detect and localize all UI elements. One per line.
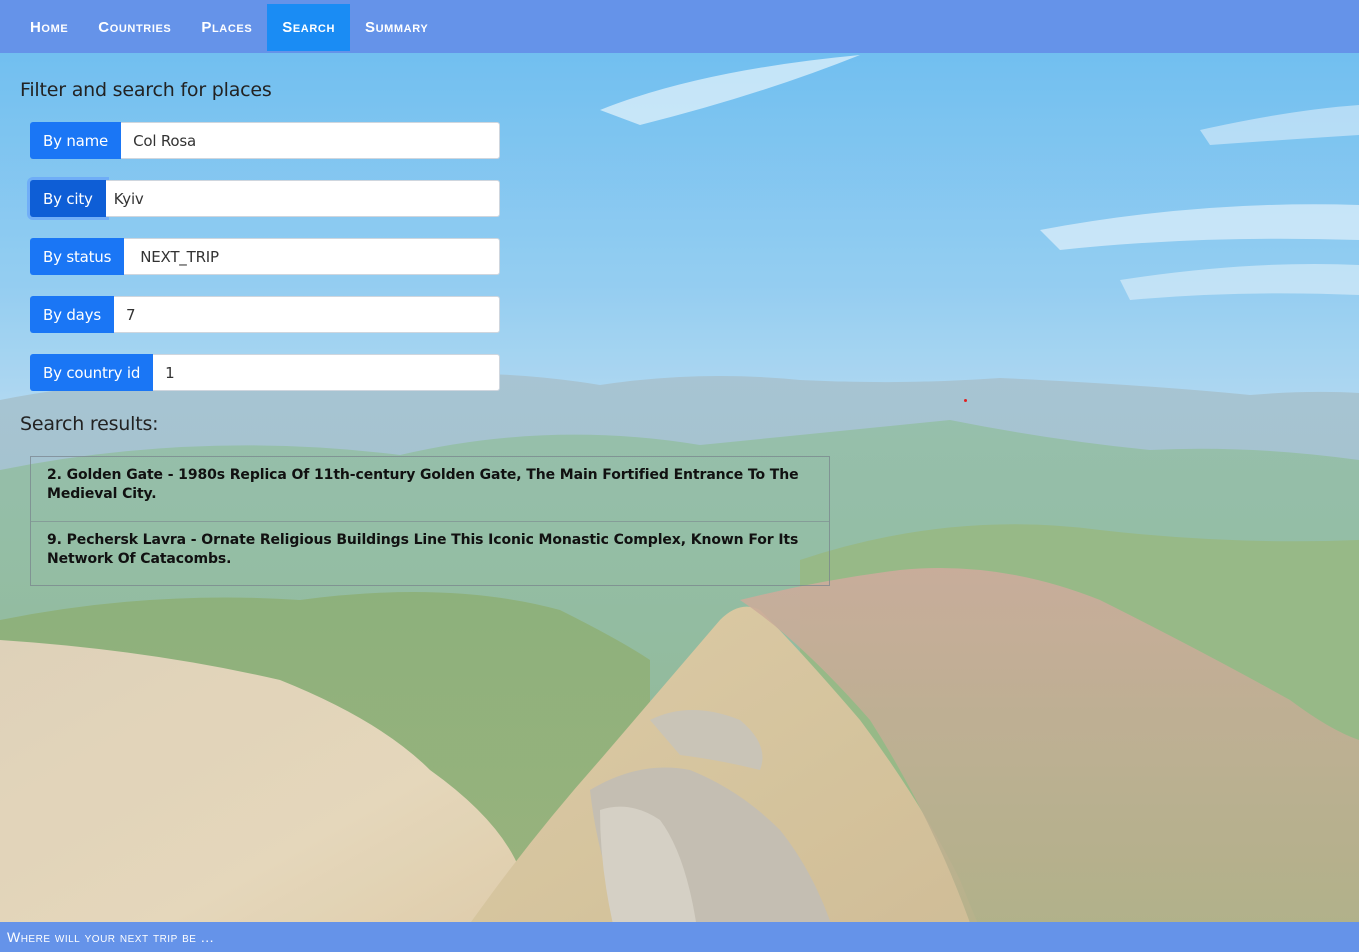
- filter-days-label[interactable]: By days: [30, 296, 114, 333]
- filter-city-input[interactable]: [105, 180, 500, 217]
- filter-title: Filter and search for places: [20, 79, 272, 101]
- results-title: Search results:: [20, 413, 159, 435]
- filter-status-row: By status: [30, 238, 500, 275]
- result-item[interactable]: 9. Pechersk Lavra - Ornate Religious Bui…: [31, 521, 829, 585]
- filter-name-row: By name: [30, 122, 500, 159]
- nav-home[interactable]: Home: [0, 4, 83, 51]
- nav-summary[interactable]: Summary: [350, 4, 443, 51]
- result-item[interactable]: 2. Golden Gate - 1980s Replica Of 11th-c…: [31, 457, 829, 521]
- filter-country-input[interactable]: [153, 354, 500, 391]
- nav-places[interactable]: Places: [186, 4, 267, 51]
- filter-name-label[interactable]: By name: [30, 122, 122, 159]
- filter-country-label[interactable]: By country id: [30, 354, 154, 391]
- filter-city-row: By city: [30, 180, 500, 217]
- filter-country-row: By country id: [30, 354, 500, 391]
- footer-bar: Where will your next trip be ...: [0, 922, 1359, 952]
- nav-countries[interactable]: Countries: [83, 4, 186, 51]
- cursor-dot: [964, 399, 967, 402]
- filter-name-input[interactable]: [121, 122, 500, 159]
- filter-days-row: By days: [30, 296, 500, 333]
- footer-tagline: Where will your next trip be ...: [7, 929, 215, 945]
- filter-days-input[interactable]: [113, 296, 500, 333]
- results-list: 2. Golden Gate - 1980s Replica Of 11th-c…: [30, 456, 830, 586]
- filter-status-input[interactable]: [124, 238, 500, 275]
- nav-search[interactable]: Search: [267, 4, 350, 51]
- filter-city-label[interactable]: By city: [30, 180, 106, 217]
- top-navbar: Home Countries Places Search Summary: [0, 0, 1359, 53]
- filter-status-label[interactable]: By status: [30, 238, 125, 275]
